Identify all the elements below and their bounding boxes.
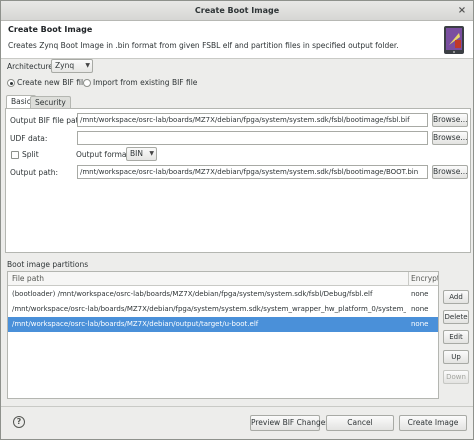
close-icon[interactable]: ×	[455, 4, 469, 18]
column-divider[interactable]	[408, 272, 409, 286]
banner-title: Create Boot Image	[8, 25, 93, 34]
udf-browse-button[interactable]: Browse...	[432, 131, 468, 145]
output-path-label: Output path:	[10, 168, 59, 177]
architecture-label: Architecture:	[7, 62, 56, 71]
chevron-down-icon: ▼	[149, 150, 154, 157]
cancel-button[interactable]: Cancel	[326, 415, 394, 431]
add-partition-button[interactable]: Add	[443, 290, 469, 304]
create-new-bif-radio[interactable]	[7, 79, 15, 87]
banner-description: Creates Zynq Boot Image in .bin format f…	[8, 41, 399, 50]
import-bif-label[interactable]: Import from existing BIF file	[93, 78, 197, 87]
output-bif-field[interactable]: /mnt/workspace/osrc-lab/boards/MZ7X/debi…	[77, 113, 428, 127]
delete-partition-button[interactable]: Delete	[443, 310, 469, 324]
column-header-encrypted[interactable]: Encrypted	[411, 272, 438, 286]
output-format-label: Output format:	[76, 150, 132, 159]
partitions-table: File path Encrypted (bootloader) /mnt/wo…	[7, 271, 439, 399]
preview-bif-changes-button[interactable]: Preview BIF Changes	[250, 415, 329, 431]
create-new-bif-label[interactable]: Create new BIF file	[17, 78, 88, 87]
output-format-select[interactable]: BIN ▼	[126, 147, 157, 161]
footer-divider	[1, 406, 473, 407]
move-down-button[interactable]: Down	[443, 370, 469, 384]
chevron-down-icon: ▼	[85, 62, 90, 69]
window-title: Create Boot Image	[194, 6, 280, 15]
architecture-select[interactable]: Zynq ▼	[51, 59, 93, 73]
row-file-path: /mnt/workspace/osrc-lab/boards/MZ7X/debi…	[12, 305, 406, 313]
boot-image-icon	[444, 26, 464, 54]
dialog-banner: Create Boot Image Creates Zynq Boot Imag…	[1, 21, 473, 59]
output-bif-browse-button[interactable]: Browse...	[432, 113, 468, 127]
output-format-value: BIN	[130, 149, 143, 158]
table-row[interactable]: (bootloader) /mnt/workspace/osrc-lab/boa…	[8, 287, 438, 302]
output-bif-label: Output BIF file path:	[10, 116, 86, 125]
udf-data-field[interactable]	[77, 131, 428, 145]
help-icon[interactable]: ?	[13, 416, 25, 428]
output-path-field[interactable]: /mnt/workspace/osrc-lab/boards/MZ7X/debi…	[77, 165, 428, 179]
title-bar: Create Boot Image ×	[1, 1, 473, 21]
row-file-path: (bootloader) /mnt/workspace/osrc-lab/boa…	[12, 290, 373, 298]
architecture-value: Zynq	[55, 61, 75, 70]
split-checkbox[interactable]	[11, 151, 19, 159]
partitions-section-title: Boot image partitions	[7, 260, 89, 269]
table-row-selected[interactable]: /mnt/workspace/osrc-lab/boards/MZ7X/debi…	[8, 317, 438, 332]
row-encrypted: none	[411, 305, 429, 313]
row-encrypted: none	[411, 320, 429, 328]
table-header: File path Encrypted	[8, 272, 438, 286]
edit-partition-button[interactable]: Edit	[443, 330, 469, 344]
column-header-file-path[interactable]: File path	[12, 272, 402, 286]
create-boot-image-dialog: Create Boot Image × Create Boot Image Cr…	[0, 0, 474, 440]
table-row[interactable]: /mnt/workspace/osrc-lab/boards/MZ7X/debi…	[8, 302, 438, 317]
import-bif-radio[interactable]	[83, 79, 91, 87]
udf-data-label: UDF data:	[10, 134, 48, 143]
move-up-button[interactable]: Up	[443, 350, 469, 364]
split-label[interactable]: Split	[22, 150, 39, 159]
basic-tab-panel	[5, 108, 471, 253]
row-file-path: /mnt/workspace/osrc-lab/boards/MZ7X/debi…	[12, 320, 259, 328]
row-encrypted: none	[411, 290, 429, 298]
create-image-button[interactable]: Create Image	[399, 415, 467, 431]
output-path-browse-button[interactable]: Browse...	[432, 165, 468, 179]
